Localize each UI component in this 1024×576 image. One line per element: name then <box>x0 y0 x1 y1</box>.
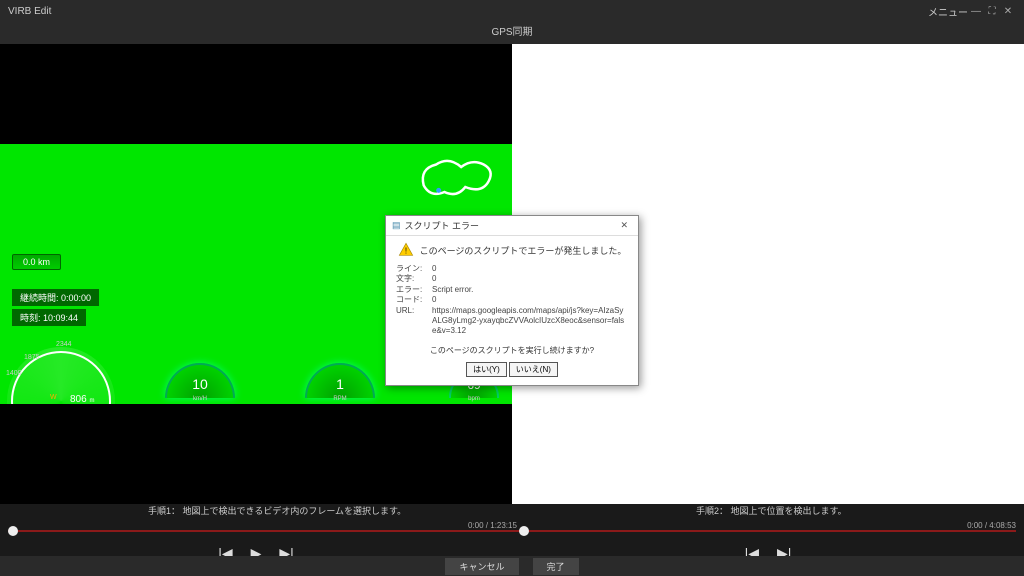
page-icon: ▤ <box>392 220 401 231</box>
cancel-button[interactable]: キャンセル <box>445 558 518 575</box>
instruction-step-2: 手順2： 地図上で位置を検出します。 <box>696 504 847 520</box>
time-left: 0:00 / 1:23:15 <box>468 521 517 530</box>
close-icon[interactable]: ✕ <box>1000 6 1016 17</box>
script-error-dialog: ▤ スクリプト エラー ✕ ! このページのスクリプトでエラーが発生しました。 … <box>385 215 639 386</box>
svg-text:!: ! <box>404 246 406 255</box>
compass-gauge: 2344 1400 1875 W 806 m <box>6 336 116 404</box>
dialog-no-button[interactable]: いいえ(N) <box>509 362 558 377</box>
dialog-message: このページのスクリプトでエラーが発生しました。 <box>420 244 627 257</box>
done-button[interactable]: 完了 <box>533 558 579 575</box>
time-right: 0:00 / 4:08:53 <box>967 521 1016 530</box>
timeline-handle-mid[interactable] <box>519 526 529 536</box>
time-stat: 時刻: 10:09:44 <box>12 309 86 326</box>
dialog-title: スクリプト エラー <box>405 219 617 232</box>
dialog-close-icon[interactable]: ✕ <box>616 220 632 231</box>
distance-badge: 0.0 km <box>12 254 61 270</box>
instruction-step-1: 手順1： 地図上で検出できるビデオ内のフレームを選択します。 <box>148 504 406 520</box>
duration-stat: 継続時間: 0:00:00 <box>12 289 99 306</box>
gps-track-icon <box>412 152 502 202</box>
timeline-handle-left[interactable] <box>8 526 18 536</box>
dialog-question: このページのスクリプトを実行し続けますか? <box>396 345 628 356</box>
menu-label[interactable]: メニュー <box>928 4 968 19</box>
page-title: GPS同期 <box>0 22 1024 44</box>
minimize-icon[interactable]: — <box>968 6 984 17</box>
app-name: VIRB Edit <box>8 6 51 17</box>
error-details: ライン:0 文字:0 エラー:Script error. コード:0 URL:h… <box>396 264 628 337</box>
warning-icon: ! <box>398 242 414 258</box>
rpm-gauge: 1 RPM <box>300 346 380 404</box>
footer-bar: キャンセル 完了 <box>0 556 1024 576</box>
title-bar: VIRB Edit メニュー — ⛶ ✕ <box>0 0 1024 22</box>
timeline[interactable]: 0:00 / 1:23:15 0:00 / 4:08:53 <box>8 524 1016 538</box>
dialog-yes-button[interactable]: はい(Y) <box>466 362 507 377</box>
speed-gauge: 10 km/H <box>160 346 240 404</box>
maximize-icon[interactable]: ⛶ <box>984 6 1000 17</box>
